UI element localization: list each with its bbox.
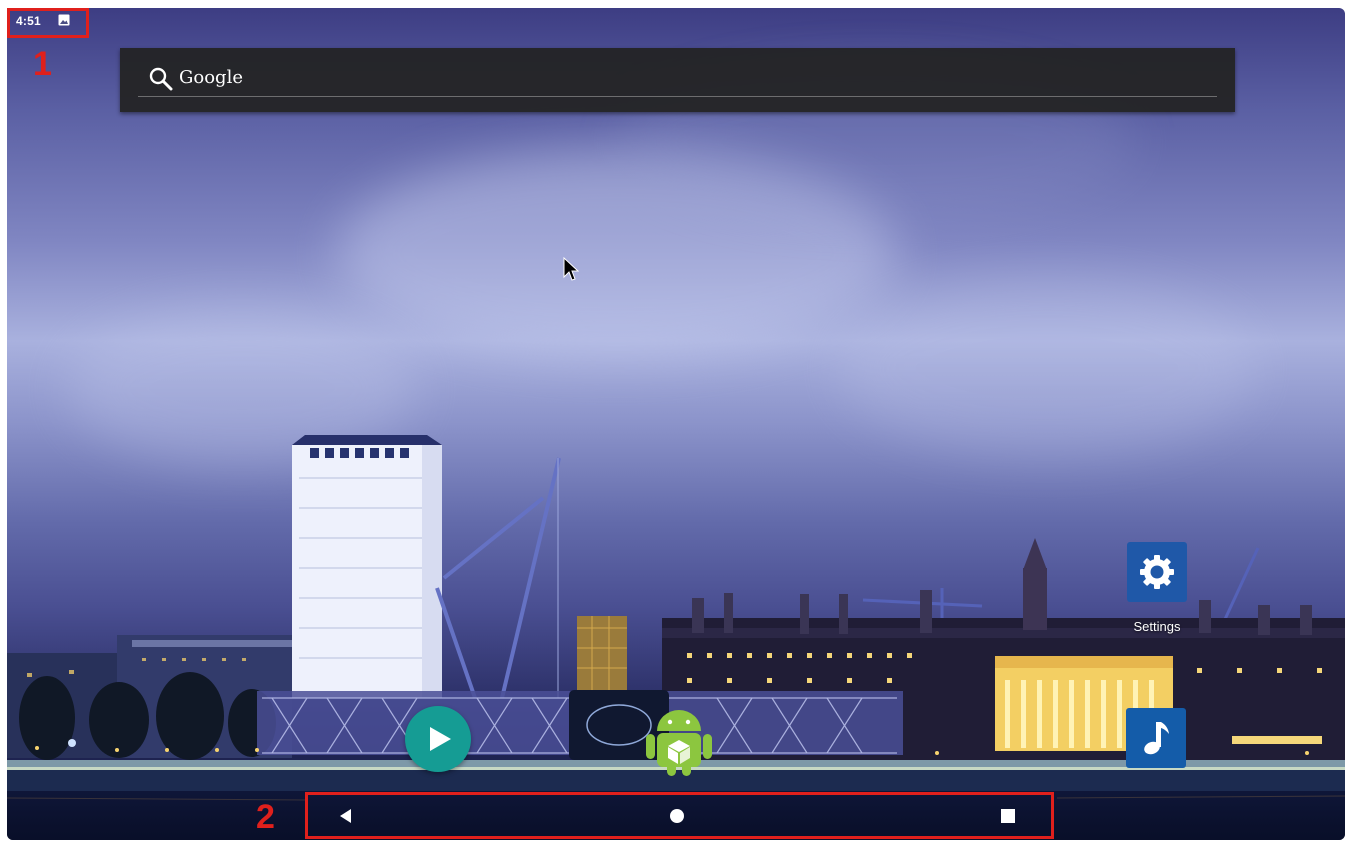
music-app-icon[interactable]: [1126, 708, 1186, 768]
annotation-number-1: 1: [33, 45, 52, 83]
play-store-disc: [405, 706, 471, 772]
annotation-box-navigation-bar: [305, 792, 1054, 839]
play-store-app-icon[interactable]: [405, 706, 471, 772]
android-robot-icon[interactable]: [644, 702, 714, 778]
music-tile: [1126, 708, 1186, 768]
annotation-number-2: 2: [256, 798, 275, 836]
settings-app-icon[interactable]: Settings: [1119, 542, 1195, 642]
play-icon: [430, 727, 451, 751]
search-label: Google: [179, 67, 243, 88]
settings-label: Settings: [1133, 619, 1181, 634]
search-underline: [138, 96, 1217, 97]
search-icon: [149, 67, 173, 91]
music-note-icon: [1144, 722, 1169, 755]
google-search-bar[interactable]: Google: [120, 48, 1235, 112]
mouse-cursor-icon: [563, 257, 579, 281]
settings-tile: [1127, 542, 1187, 602]
status-bar[interactable]: 4:51: [7, 8, 1345, 36]
gear-icon: [1140, 555, 1174, 589]
annotation-box-status-bar: [7, 8, 89, 38]
android-home-screen: 4:51 Google Settings: [7, 8, 1345, 840]
